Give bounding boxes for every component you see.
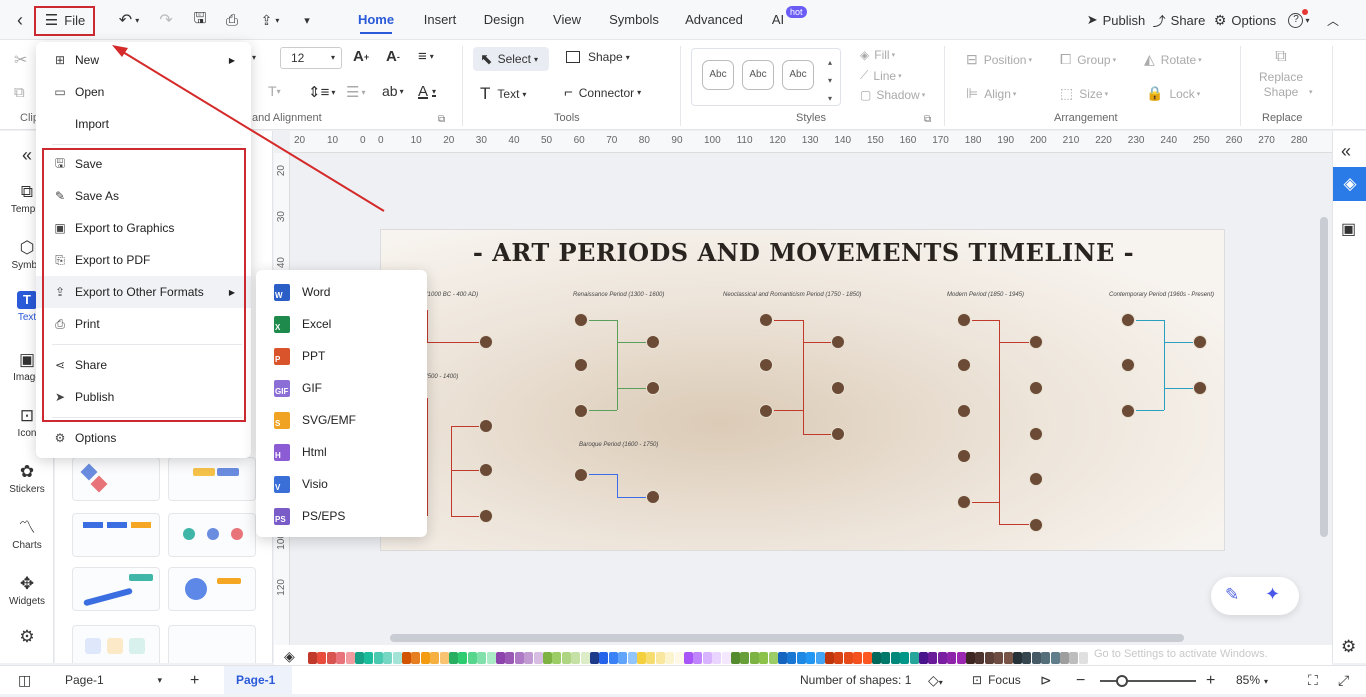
annotation-arrow [112, 45, 385, 212]
